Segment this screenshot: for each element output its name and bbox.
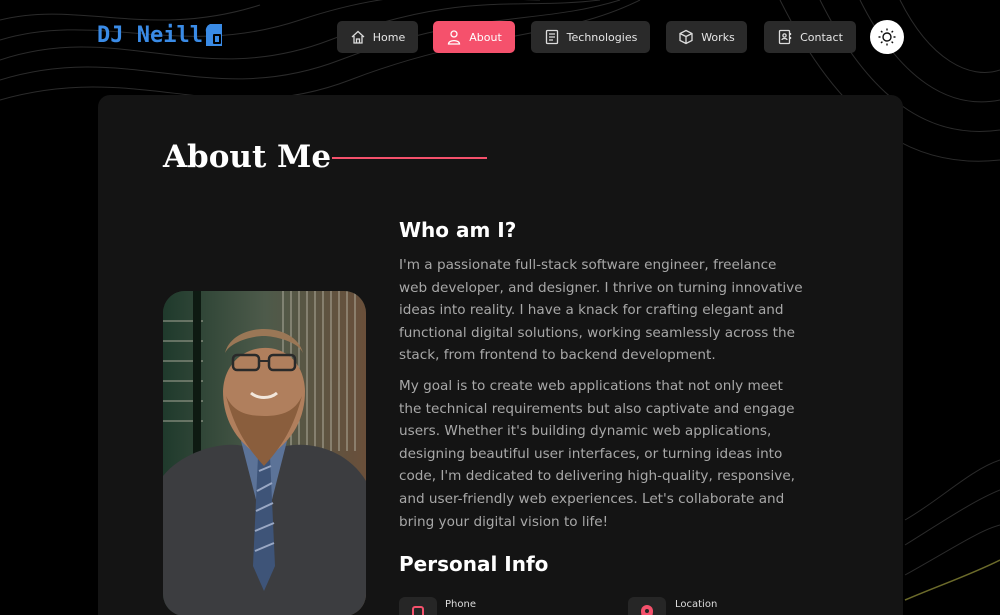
nav-contact-label: Contact: [800, 30, 843, 44]
sun-icon: [878, 28, 896, 46]
nav-works[interactable]: Works: [666, 21, 747, 53]
phone-icon: [412, 606, 424, 615]
home-icon: [351, 30, 365, 44]
nav-about-label: About: [469, 30, 502, 44]
theme-toggle-button[interactable]: [870, 20, 904, 54]
profile-photo: [163, 291, 366, 615]
nav-home-label: Home: [372, 30, 406, 44]
location-info-icon-box: [628, 597, 666, 615]
user-icon: [448, 30, 461, 45]
title-underline: [332, 157, 487, 159]
phone-label: Phone: [445, 599, 476, 610]
box-icon: [679, 29, 693, 45]
personal-info-heading: Personal Info: [399, 552, 549, 576]
nav-home[interactable]: Home: [337, 21, 418, 53]
nav-about[interactable]: About: [433, 21, 515, 53]
phone-info-icon-box: [399, 597, 437, 615]
goal-paragraph: My goal is to create web applications th…: [399, 378, 796, 530]
who-am-i-heading: Who am I?: [399, 218, 517, 242]
nav-technologies[interactable]: Technologies: [531, 21, 650, 53]
location-label: Location: [675, 599, 718, 610]
document-icon: [545, 29, 558, 45]
section-title: About Me: [163, 139, 332, 175]
about-card: About Me Who am I? I'm a passionate full…: [98, 95, 903, 615]
nav-technologies-label: Technologies: [566, 30, 638, 44]
sd-card-icon: [205, 24, 222, 46]
intro-paragraph: I'm a passionate full-stack software eng…: [399, 257, 803, 364]
location-pin-icon: [641, 605, 653, 615]
nav-contact[interactable]: Contact: [764, 21, 856, 53]
brand-name: DJ Neill: [97, 22, 203, 48]
nav-works-label: Works: [701, 30, 735, 44]
brand-logo[interactable]: DJ Neill: [97, 22, 227, 48]
contact-book-icon: [778, 29, 792, 45]
